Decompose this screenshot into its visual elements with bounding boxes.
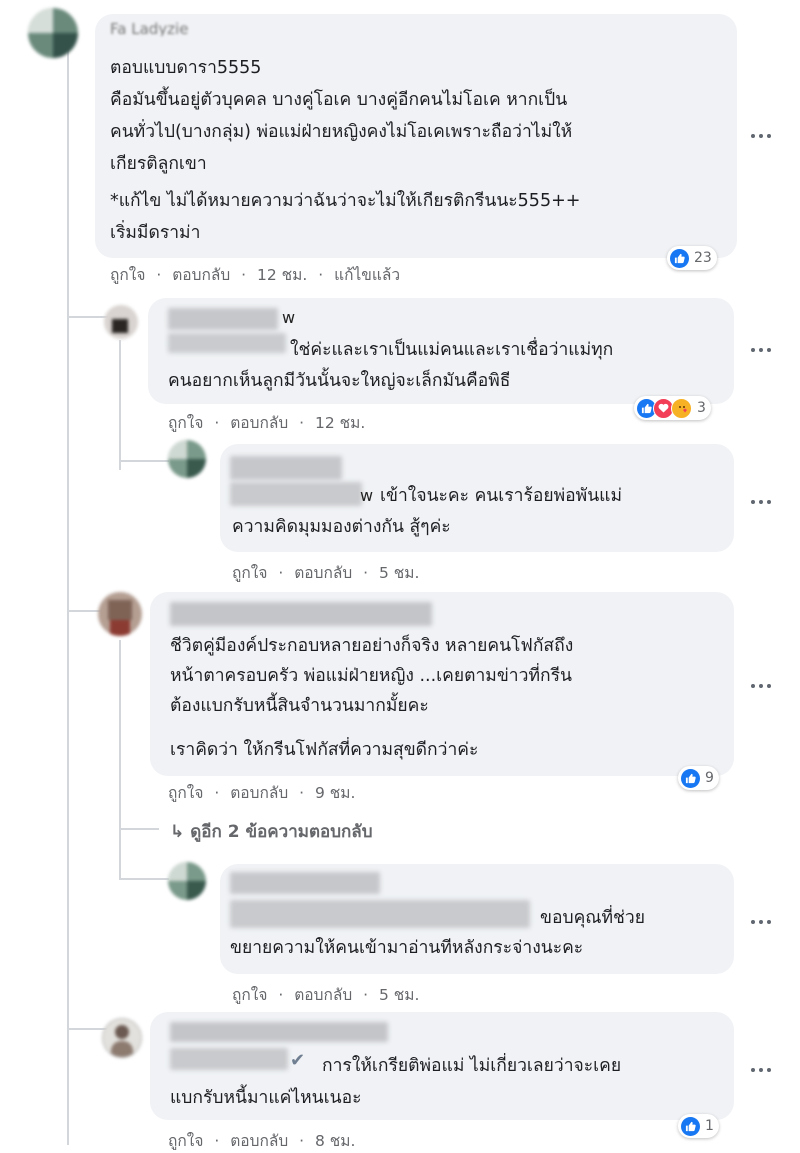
like-action[interactable]: ถูกใจ	[232, 564, 267, 582]
comment-text-line: ขยายความให้คนเข้ามาอ่านทีหลังกระจ่างนะคะ	[230, 938, 584, 958]
view-more-replies-label: ดูอีก 2 ข้อความตอบกลับ	[190, 822, 373, 842]
reaction-count: 1	[705, 1118, 714, 1134]
timestamp[interactable]: 5 ชม.	[379, 986, 419, 1004]
view-more-replies-link[interactable]: ↳ ดูอีก 2 ข้อความตอบกลับ	[170, 818, 373, 845]
comment-actions: ถูกใจ · ตอบกลับ · 12 ชม.	[168, 414, 366, 432]
comment-text-line: ความคิดมุมมองต่างกัน สู้ๆค่ะ	[232, 517, 451, 537]
thread-line	[119, 340, 121, 470]
like-action[interactable]: ถูกใจ	[232, 986, 267, 1004]
reply-action[interactable]: ตอบกลับ	[172, 266, 230, 284]
commenter-name[interactable]: Fa Ladyzie	[110, 22, 188, 36]
reaction-count-badge[interactable]: 1	[678, 1114, 719, 1138]
like-icon	[681, 768, 700, 788]
more-options-icon[interactable]	[751, 916, 777, 928]
reaction-count: 23	[694, 250, 712, 266]
like-action[interactable]: ถูกใจ	[168, 1132, 203, 1150]
comment-text-line: *แก้ไข ไม่ได้หมายความว่าฉันว่าจะไม่ให้เก…	[110, 191, 581, 211]
thread-line	[119, 878, 169, 880]
thread-line	[119, 828, 159, 830]
comment-actions: ถูกใจ · ตอบกลับ · 8 ชม.	[168, 1132, 356, 1150]
commenter-name[interactable]	[230, 872, 380, 894]
timestamp[interactable]: 5 ชม.	[379, 564, 419, 582]
more-options-icon[interactable]	[751, 344, 777, 356]
comment-text-line: ต้องแบกรับหนี้สินจำนวนมากมั้ยคะ	[170, 696, 429, 716]
thread-line	[67, 316, 69, 1145]
reply-arrow-icon: ↳	[170, 822, 185, 842]
avatar[interactable]	[168, 862, 206, 900]
timestamp[interactable]: 12 ชม.	[257, 266, 307, 284]
avatar[interactable]	[98, 592, 142, 636]
commenter-name[interactable]	[170, 602, 432, 626]
care-emoji-icon	[671, 397, 692, 419]
comment-text-line: เกียรติลูกเขา	[110, 154, 207, 174]
comment-text-line: ตอบแบบดารา5555	[110, 58, 262, 78]
comment-text-line: เราคิดว่า ให้กรีนโฟกัสที่ความสุขดีกว่าค่…	[170, 740, 479, 760]
more-options-icon[interactable]	[751, 680, 777, 692]
reaction-count-badge[interactable]: 3	[634, 396, 711, 420]
comment-text-line: ใช่ค่ะและเราเป็นแม่คนและเราเชื่อว่าแม่ทุ…	[290, 340, 614, 360]
comment-actions: ถูกใจ · ตอบกลับ · 5 ชม.	[232, 986, 420, 1004]
avatar[interactable]	[28, 8, 78, 58]
comment-text-line: แบกรับหนี้มาแค่ไหนเนอะ	[170, 1088, 362, 1108]
avatar[interactable]	[102, 1018, 142, 1058]
more-options-icon[interactable]	[751, 130, 777, 142]
comment-actions: ถูกใจ · ตอบกลับ · 5 ชม.	[232, 564, 420, 582]
commenter-name[interactable]	[230, 456, 342, 480]
thread-line	[67, 1028, 107, 1030]
thread-line	[67, 42, 69, 322]
like-action[interactable]: ถูกใจ	[168, 784, 203, 802]
like-icon	[670, 248, 689, 268]
like-icon	[681, 1116, 700, 1136]
comment-text-line: เริ่มมีดราม่า	[110, 223, 201, 243]
edited-label: แก้ไขแล้ว	[334, 266, 401, 284]
comment-text-line: หน้าตาครอบครัว พ่อแม่ฝ่ายหญิง ...เคยตามข…	[170, 666, 572, 686]
like-action[interactable]: ถูกใจ	[168, 414, 203, 432]
comment-text-line: คนอยากเห็นลูกมีวันนั้นจะใหญ่จะเล็กมันคือ…	[168, 371, 511, 391]
comment-text-line: คือมันขึ้นอยู่ตัวบุคคล บางคู่โอเค บางคู่…	[110, 90, 568, 110]
comment-text-line: ชีวิตคู่มีองค์ประกอบหลายอย่างก็จริง หลาย…	[170, 636, 574, 656]
comment-text-line: การให้เกรียติพ่อแม่ ไม่เกี่ยวเลยว่าจะเคย	[322, 1056, 622, 1076]
timestamp[interactable]: 9 ชม.	[315, 784, 355, 802]
like-action[interactable]: ถูกใจ	[110, 266, 145, 284]
commenter-name-fragment: w	[360, 486, 374, 505]
more-options-icon[interactable]	[751, 1064, 777, 1076]
avatar[interactable]	[104, 305, 138, 339]
commenter-name[interactable]	[170, 1022, 388, 1042]
comment-actions: ถูกใจ · ตอบกลับ · 12 ชม. · แก้ไขแล้ว	[110, 266, 401, 284]
reply-action[interactable]: ตอบกลับ	[294, 986, 352, 1004]
commenter-name[interactable]	[168, 308, 278, 330]
timestamp[interactable]: 12 ชม.	[315, 414, 365, 432]
reply-action[interactable]: ตอบกลับ	[230, 1132, 288, 1150]
reply-action[interactable]: ตอบกลับ	[230, 784, 288, 802]
avatar[interactable]	[168, 440, 206, 478]
reaction-count: 3	[697, 400, 706, 416]
timestamp[interactable]: 8 ชม.	[315, 1132, 355, 1150]
comment-text-line: คนทั่วไป(บางกลุ่ม) พ่อแม่ฝ่ายหญิงคงไม่โอ…	[110, 122, 573, 142]
commenter-name-fragment: w	[282, 308, 296, 327]
more-options-icon[interactable]	[751, 496, 777, 508]
reply-action[interactable]: ตอบกลับ	[294, 564, 352, 582]
reaction-count-badge[interactable]: 9	[678, 766, 719, 790]
reaction-count: 9	[705, 770, 714, 786]
reaction-count-badge[interactable]: 23	[667, 246, 717, 270]
thread-line	[119, 460, 169, 462]
comment-text-line: ขอบคุณที่ช่วย	[540, 908, 646, 928]
comment-actions: ถูกใจ · ตอบกลับ · 9 ชม.	[168, 784, 356, 802]
reply-action[interactable]: ตอบกลับ	[230, 414, 288, 432]
comment-text-line: เข้าใจนะคะ คนเราร้อยพ่อพันแม่	[380, 486, 623, 506]
verified-badge-icon: ✔	[290, 1050, 306, 1071]
thread-line	[119, 640, 121, 880]
